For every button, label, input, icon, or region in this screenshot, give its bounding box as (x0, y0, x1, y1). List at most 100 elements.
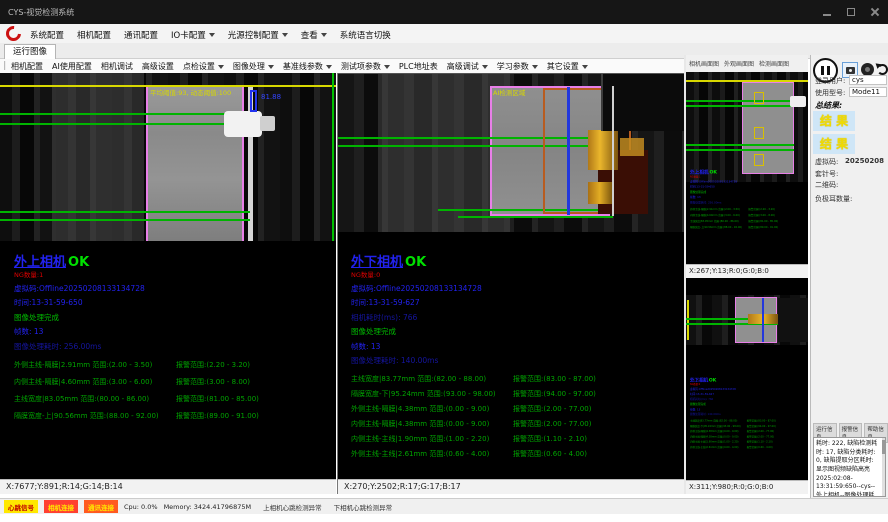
measurement-list: 外侧主线-隔膜|2.91mm 范围:(2.00 - 3.50)报警范围:(2.2… (14, 360, 336, 421)
window-controls (820, 6, 882, 18)
tab-foil (620, 138, 644, 156)
maximize-button[interactable] (844, 6, 858, 18)
measurement-row: 外侧主线-隔膜|2.91mm 范围:(2.00 - 3.50)报警范围:(2.2… (14, 360, 336, 370)
option-appearance-image[interactable]: 外观画面图 (724, 59, 754, 68)
upper-camera-heartbeat-status: 上相机心跳检测异常 (263, 502, 322, 512)
window-title: CYS-视觉检测系统 (8, 7, 74, 18)
chevron-down-icon (532, 65, 538, 69)
process-done-line: 图像处理完成 (14, 312, 336, 323)
green-guideline (0, 123, 250, 125)
latest-barcode-value: 20250208 (845, 157, 884, 165)
green-guideline (0, 219, 250, 221)
camera-title-line: 外上相机OK (14, 251, 336, 270)
log-scrollbar (882, 438, 885, 496)
toolbar-label: AI使用配置 (52, 61, 92, 72)
alarm-range-text: 报警范围:(81.00 - 85.00) (748, 219, 808, 223)
blue-marker-line (762, 298, 764, 342)
menu-item-light-config[interactable]: 光源控制配置 (228, 29, 288, 41)
camera-info-mini-top: 外上相机OK NG数量:1 虚拟码:Offline202502081331347… (690, 168, 808, 232)
ng-count: NG数量:0 (690, 382, 808, 386)
pause-icon (821, 66, 824, 75)
alarm-range-text: 报警范围:(2.00 - 77.00) (747, 435, 808, 439)
alarm-range-text: 报警范围:(0.60 - 4.00) (747, 445, 808, 449)
time-line: 时间:13-31-59-627 (351, 297, 683, 308)
alarm-range-text: 报警范围:(83.00 - 87.00) (513, 374, 683, 384)
toolbar-test-params[interactable]: 测试项参数 (341, 61, 390, 72)
model-label: 使用型号: (815, 88, 845, 98)
toolbar-plc-address[interactable]: PLC地址表 (399, 61, 438, 72)
menu-item-comm-config[interactable]: 通讯配置 (124, 29, 158, 41)
toolbar-camera-config[interactable]: 相机配置 (11, 61, 43, 72)
camera-image-middle[interactable]: AI检测区域 (338, 73, 684, 232)
measurement-text: 内侧主线-隔膜|4.38mm 范围:(0.00 - 9.00) (690, 435, 747, 439)
login-user-label: 登录用户: (815, 76, 845, 86)
defect-marker (754, 92, 764, 104)
toolbar-ai-config[interactable]: AI使用配置 (52, 61, 92, 72)
alarm-range-text: 报警范围:(2.20 - 3.20) (748, 207, 808, 211)
toolbar-learning-params[interactable]: 学习参数 (497, 61, 538, 72)
chevron-down-icon (282, 33, 288, 37)
chevron-down-icon (321, 33, 327, 37)
record-icon (865, 67, 870, 72)
camera-view-middle: AI检测区域 外下相机OK NG数量:0 虚拟码:Offline20250208… (337, 73, 684, 494)
latest-barcode-label: 虚拟码: (815, 157, 838, 167)
alarm-range-text: 报警范围:(81.00 - 85.00) (176, 394, 336, 404)
measurement-row: 主线宽度|83.77mm 范围:(82.00 - 88.00)报警范围:(83.… (690, 419, 808, 423)
menu-item-system-config[interactable]: 系统配置 (30, 29, 64, 41)
cpu-usage: Cpu: 0.0% (124, 503, 158, 511)
tab-foil (588, 182, 614, 204)
menu-bar: 系统配置 相机配置 通讯配置 IO卡配置 光源控制配置 查看 系统语言切换 (0, 24, 888, 43)
menu-item-io-config[interactable]: IO卡配置 (171, 29, 215, 41)
toolbar-advanced-debug[interactable]: 高级调试 (447, 61, 488, 72)
option-detection-image[interactable]: 检测画面图 (759, 59, 789, 68)
menu-item-camera-config[interactable]: 相机配置 (77, 29, 111, 41)
measurement-text: 外侧主线-主线|2.61mm 范围:(0.60 - 4.00) (690, 445, 747, 449)
green-guideline (686, 144, 794, 146)
toolbar-image-process[interactable]: 图像处理 (233, 61, 274, 72)
measurement-row: 外侧主线-隔膜|4.38mm 范围:(0.00 - 9.00)报警范围:(2.0… (351, 404, 683, 414)
measurement-text: 内侧主线-隔膜|4.60mm 范围:(3.00 - 6.00) (14, 377, 176, 387)
camera-image-left[interactable]: 81.88 平均阈值:93, 动态阈值:100 (0, 73, 336, 241)
mini-camera-image-bottom[interactable] (686, 295, 808, 345)
process-time-line: 图像处理耗时: 140.00ms (690, 412, 808, 416)
menu-item-language[interactable]: 系统语言切换 (340, 29, 391, 41)
measurement-text: 外侧主线-隔膜|4.38mm 范围:(0.00 - 9.00) (351, 404, 513, 414)
measurement-text: 外侧主线-隔膜|2.91mm 范围:(2.00 - 3.50) (690, 207, 748, 211)
alarm-range-text: 报警范围:(2.00 - 77.00) (513, 404, 683, 414)
toolbar-label: 高级设置 (142, 61, 174, 72)
tab-run-image[interactable]: 运行图像 (4, 44, 56, 59)
measurement-row: 主线宽度|83.05mm 范围:(80.00 - 86.00)报警范围:(81.… (690, 219, 808, 223)
camera-title-line: 外下相机OK (351, 251, 683, 270)
measurement-row: 内侧主线-隔膜|4.60mm 范围:(3.00 - 6.00)报警范围:(3.0… (14, 377, 336, 387)
option-camera-image[interactable]: 相机画面图 (689, 59, 719, 68)
camera-view-mini-top: 外上相机OK NG数量:1 虚拟码:Offline202502081331347… (686, 72, 808, 278)
toolbar-camera-debug[interactable]: 相机调试 (101, 61, 133, 72)
green-guideline (686, 100, 794, 102)
time-line: 时间:13-31-59-627 (690, 392, 808, 396)
process-time-line: 图像处理耗时: 256.00ms (690, 200, 808, 204)
measurement-text: 外侧主线-隔膜|2.91mm 范围:(2.00 - 3.50) (14, 360, 176, 370)
frame-count-line: 帧数: 13 (690, 195, 808, 199)
measurement-row: 隔膜宽度-下|95.24mm 范围:(93.00 - 98.00)报警范围:(9… (690, 424, 808, 428)
minimize-button[interactable] (820, 6, 834, 18)
log-scrollbar-thumb[interactable] (882, 440, 885, 454)
toolbar-baseline-params[interactable]: 基准线参数 (283, 61, 332, 72)
alarm-range-text: 报警范围:(89.00 - 91.00) (176, 411, 336, 421)
toolbar-other-settings[interactable]: 其它设置 (547, 61, 588, 72)
mini-camera-image-top[interactable] (686, 72, 808, 182)
model-field[interactable]: Mode11 (849, 87, 887, 97)
comm-connect-badge: 通讯连接 (84, 500, 118, 513)
measurement-list: 主线宽度|83.77mm 范围:(82.00 - 88.00)报警范围:(83.… (690, 419, 808, 449)
membrane-region (742, 82, 794, 174)
toolbar-advanced-settings[interactable]: 高级设置 (142, 61, 174, 72)
measurement-text: 隔膜宽度-下|95.24mm 范围:(93.00 - 98.00) (690, 424, 747, 428)
process-time-line: 图像处理耗时: 256.00ms (14, 341, 336, 352)
status-ok: OK (405, 255, 426, 270)
close-button[interactable] (868, 6, 882, 18)
toolbar-spot-check[interactable]: 点检设置 (183, 61, 224, 72)
toolbar-label: 图像处理 (233, 61, 265, 72)
menu-item-view[interactable]: 查看 (301, 29, 327, 41)
frame-count-line: 帧数: 13 (351, 341, 683, 352)
log-output[interactable]: 耗时: 222, 缺陷检测耗时: 17, 缺陷分类耗时: 0, 缺陷提取分区耗时… (813, 437, 886, 497)
login-user-field[interactable]: cys (849, 75, 887, 85)
